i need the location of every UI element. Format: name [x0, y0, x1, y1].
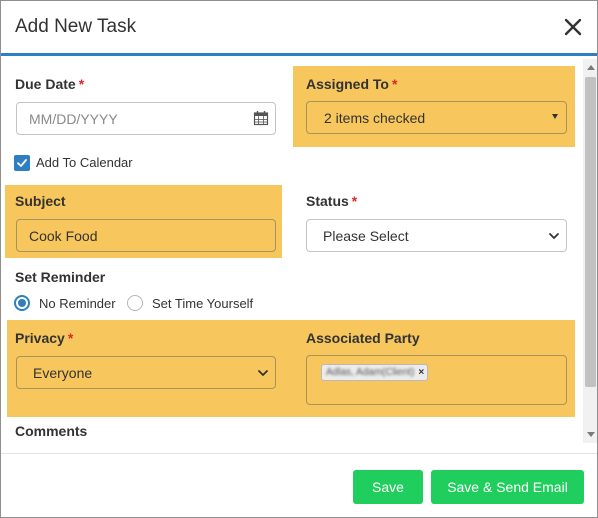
- due-date-label: Due Date *: [15, 76, 85, 92]
- add-task-dialog: Add New Task Due Date * MM/DD/YYYY Assig…: [0, 0, 598, 518]
- privacy-select[interactable]: Everyone: [16, 356, 276, 389]
- comments-label: Comments: [15, 423, 88, 439]
- form-body: Due Date * MM/DD/YYYY Assigned To * 2 item…: [1, 59, 583, 443]
- save-send-email-button[interactable]: Save & Send Email: [431, 470, 584, 504]
- chevron-down-icon: [549, 233, 559, 239]
- chevron-down-icon: [258, 370, 268, 376]
- scroll-up-arrow-icon[interactable]: [587, 65, 595, 70]
- status-value: Please Select: [323, 228, 409, 244]
- add-to-calendar-label: Add To Calendar: [36, 155, 133, 170]
- assigned-to-label: Assigned To *: [306, 76, 398, 92]
- associated-party-tag-text: Adlas, Adam(Client): [326, 367, 415, 378]
- add-to-calendar-checkbox[interactable]: [14, 155, 30, 171]
- set-time-yourself-radio[interactable]: [127, 295, 143, 311]
- status-label: Status *: [306, 193, 358, 209]
- calendar-icon[interactable]: [253, 110, 269, 126]
- set-time-yourself-label: Set Time Yourself: [152, 296, 254, 311]
- scroll-down-arrow-icon[interactable]: [587, 432, 595, 437]
- privacy-label: Privacy *: [15, 330, 74, 346]
- no-reminder-radio[interactable]: [14, 295, 30, 311]
- dialog-title: Add New Task: [15, 16, 137, 37]
- status-select[interactable]: Please Select: [306, 219, 567, 252]
- scrollbar-thumb[interactable]: [585, 77, 596, 387]
- subject-value: Cook Food: [29, 228, 98, 244]
- form-scrollbar[interactable]: [583, 59, 597, 443]
- privacy-value: Everyone: [33, 365, 93, 381]
- set-reminder-label: Set Reminder: [15, 269, 106, 285]
- no-reminder-label: No Reminder: [39, 296, 116, 311]
- dialog-footer: Save Save & Send Email: [1, 453, 597, 517]
- remove-tag-icon[interactable]: ×: [418, 367, 424, 378]
- associated-party-tag: Adlas, Adam(Client) ×: [321, 364, 429, 381]
- due-date-placeholder: MM/DD/YYYY: [29, 111, 118, 127]
- assigned-to-value: 2 items checked: [324, 110, 426, 126]
- close-icon[interactable]: [560, 14, 586, 40]
- subject-label: Subject: [15, 193, 66, 209]
- subject-input[interactable]: Cook Food: [16, 219, 276, 252]
- associated-party-input[interactable]: Adlas, Adam(Client) ×: [306, 355, 567, 405]
- due-date-input[interactable]: MM/DD/YYYY: [16, 102, 276, 135]
- dialog-header: Add New Task: [1, 1, 597, 56]
- save-button[interactable]: Save: [353, 470, 423, 504]
- assigned-to-select[interactable]: 2 items checked: [306, 101, 567, 134]
- dropdown-arrow-icon: [552, 114, 558, 119]
- associated-party-label: Associated Party: [306, 330, 420, 346]
